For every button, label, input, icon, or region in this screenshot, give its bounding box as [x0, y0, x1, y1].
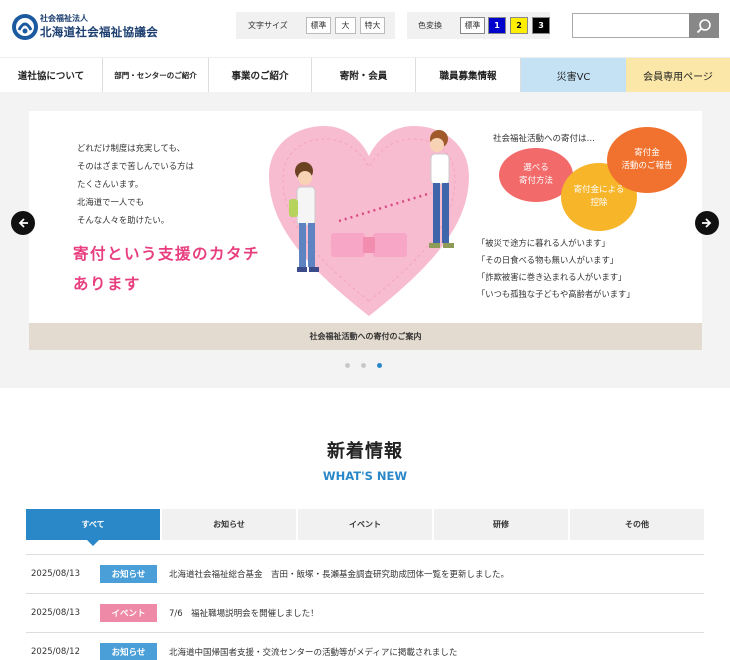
carousel-dot-active[interactable] [377, 363, 382, 368]
news-date: 2025/08/13 [31, 608, 80, 618]
nav-item-donation-members[interactable]: 寄附・会員 [312, 58, 416, 92]
main-nav: 道社協について 部門・センターのご紹介 事業のご紹介 寄附・会員 職員募集情報 … [0, 57, 730, 92]
search-button[interactable] [689, 13, 719, 38]
category-badge: お知らせ [100, 643, 157, 660]
category-badge: お知らせ [100, 565, 157, 583]
category-badge: イベント [100, 604, 157, 622]
news-date: 2025/08/13 [31, 569, 80, 579]
font-size-large-button[interactable]: 大 [335, 17, 356, 34]
news-item[interactable]: 2025/08/13 イベント 7/6 福祉職場説明会を開催しました！ [26, 594, 704, 633]
arrow-right-icon [702, 218, 712, 228]
tab-events[interactable]: イベント [298, 509, 434, 540]
donate-title: 社会福祉活動への寄付は… [493, 134, 596, 144]
color-1-button[interactable]: 1 [488, 17, 506, 34]
org-name[interactable]: 北海道社会福祉協議会 [40, 24, 158, 40]
org-subtitle: 社会福祉法人 [40, 14, 88, 23]
carousel-dots [345, 363, 382, 368]
news-link[interactable]: 7/6 福祉職場説明会を開催しました！ [157, 607, 319, 619]
search-input[interactable] [572, 13, 690, 38]
color-3-button[interactable]: 3 [532, 17, 550, 34]
tab-training[interactable]: 研修 [434, 509, 570, 540]
nav-item-about[interactable]: 道社協について [0, 58, 103, 92]
news-tabs: すべて お知らせ イベント 研修 その他 [26, 509, 704, 546]
font-size-label: 文字サイズ [248, 21, 288, 30]
tab-other[interactable]: その他 [570, 509, 704, 540]
nav-item-projects[interactable]: 事業のご紹介 [209, 58, 312, 92]
news-subtitle: WHAT'S NEW [322, 469, 408, 483]
nav-item-members-page[interactable]: 会員専用ページ [626, 58, 730, 92]
news-item[interactable]: 2025/08/13 お知らせ 北海道社会福祉総合基金 吉田・飯塚・長瀬基金調査… [26, 555, 704, 594]
color-switcher: 色変換 標準 1 2 3 [407, 12, 550, 39]
bubble-activity-report: 寄付金 活動のご報告 [607, 127, 687, 193]
news-link[interactable]: 北海道中国帰国者支援・交流センターの活動等がメディアに掲載されました [157, 646, 457, 658]
nav-item-disaster-vc[interactable]: 災害VC [521, 58, 626, 92]
color-standard-button[interactable]: 標準 [460, 17, 485, 34]
font-size-switcher: 文字サイズ 標準 大 特大 [236, 12, 395, 39]
slide-headline: 寄付という支援のカタチ あります [73, 245, 261, 293]
carousel-dot[interactable] [361, 363, 366, 368]
slide-caption[interactable]: 社会福祉活動への寄付のご案内 [29, 323, 702, 350]
slide-text: どれだけ制度は充実しても、 そのはざまで苦しんでいる方は たくさんいます。 北海… [77, 143, 194, 225]
color-2-button[interactable]: 2 [510, 17, 528, 34]
carousel-next-button[interactable] [695, 211, 719, 235]
color-label: 色変換 [418, 21, 442, 30]
site-header: 社会福祉法人 北海道社会福祉協議会 文字サイズ 標準 大 特大 色変換 標準 1… [0, 0, 730, 56]
news-date: 2025/08/12 [31, 647, 80, 657]
search-icon [696, 18, 711, 33]
nav-item-recruitment[interactable]: 職員募集情報 [416, 58, 521, 92]
news-link[interactable]: 北海道社会福祉総合基金 吉田・飯塚・長瀬基金調査研究助成団体一覧を更新しました。 [157, 568, 509, 580]
slide-quotes: 「被災で途方に暮れる人がいます」 「その日食べる物も無い人がいます」 「詐欺被害… [477, 238, 635, 299]
font-size-xlarge-button[interactable]: 特大 [360, 17, 385, 34]
heart-illustration [269, 126, 469, 316]
carousel-dot[interactable] [345, 363, 350, 368]
nav-item-departments[interactable]: 部門・センターのご紹介 [103, 58, 209, 92]
news-title: 新着情報 [327, 441, 403, 462]
carousel-prev-button[interactable] [11, 211, 35, 235]
news-item[interactable]: 2025/08/12 お知らせ 北海道中国帰国者支援・交流センターの活動等がメデ… [26, 633, 704, 660]
logo-icon[interactable] [10, 12, 40, 42]
font-size-standard-button[interactable]: 標準 [306, 17, 331, 34]
news-list: 2025/08/13 お知らせ 北海道社会福祉総合基金 吉田・飯塚・長瀬基金調査… [26, 554, 704, 660]
carousel-slide[interactable]: どれだけ制度は充実しても、 そのはざまで苦しんでいる方は たくさんいます。 北海… [29, 111, 702, 323]
tab-all[interactable]: すべて [26, 509, 162, 546]
tab-notices[interactable]: お知らせ [162, 509, 298, 540]
arrow-left-icon [18, 218, 28, 228]
